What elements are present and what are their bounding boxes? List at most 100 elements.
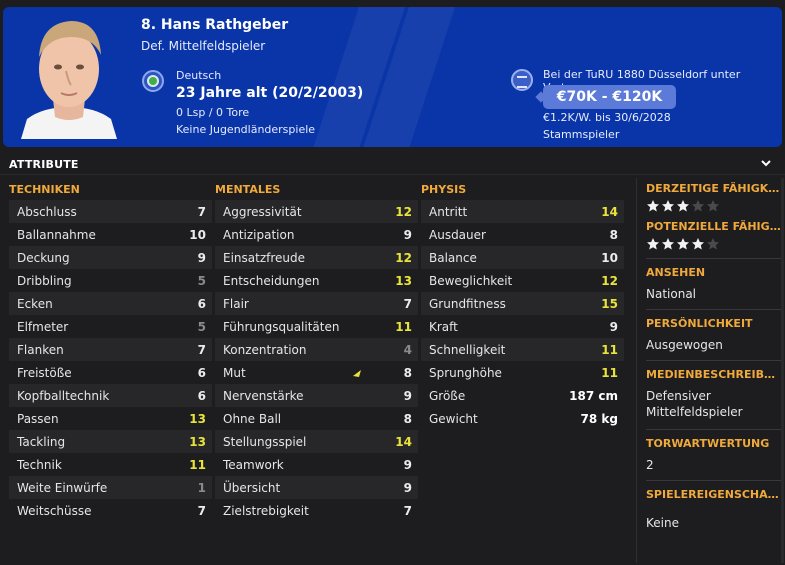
- attribute-row[interactable]: Sprunghöhe 11: [421, 361, 624, 384]
- player-traits-value: Keine: [646, 516, 679, 530]
- attribute-row[interactable]: Dribbling 5: [9, 269, 212, 292]
- chevron-down-icon[interactable]: [759, 156, 773, 170]
- attribute-row[interactable]: Technik 11: [9, 453, 212, 476]
- player-nationality[interactable]: Deutsch: [176, 69, 221, 82]
- media-description-line: Defensiver: [646, 389, 711, 403]
- attribute-row[interactable]: Flanken 7: [9, 338, 212, 361]
- attribute-value: 7: [197, 342, 206, 357]
- attribute-row[interactable]: Teamwork 9: [215, 453, 418, 476]
- attribute-row[interactable]: Beweglichkeit 12: [421, 269, 624, 292]
- star-filled-icon: [692, 238, 704, 250]
- mental-attributes: Aggressivität 12 Antizipation 9 Einsatzfre…: [215, 200, 418, 522]
- divider: [636, 178, 637, 563]
- goalkeeper-rating-block: TORWARTWERTUNG 2: [646, 437, 782, 473]
- attribute-value: 14: [395, 434, 412, 449]
- attribute-name: Teamwork: [223, 457, 284, 472]
- divider: [0, 174, 785, 175]
- transfer-value: €70K - €120K: [556, 89, 663, 105]
- attribute-row[interactable]: Tackling 13: [9, 430, 212, 453]
- attribute-name: Ausdauer: [429, 227, 486, 242]
- attribute-row[interactable]: Grundfitness 15: [421, 292, 624, 315]
- star-filled-icon: [677, 200, 689, 212]
- attribute-name: Mut: [223, 365, 246, 380]
- attribute-row[interactable]: Einsatzfreude 12: [215, 246, 418, 269]
- attribute-row[interactable]: Balance 10: [421, 246, 624, 269]
- reputation-label: ANSEHEN: [646, 266, 706, 279]
- attribute-row[interactable]: Freistöße 6: [9, 361, 212, 384]
- attribute-value: 7: [197, 204, 206, 219]
- attribute-value: 5: [197, 273, 206, 288]
- attribute-row[interactable]: Weite Einwürfe 1: [9, 476, 212, 499]
- reputation-block: ANSEHEN National: [646, 266, 782, 302]
- attribute-row[interactable]: Antizipation 9: [215, 223, 418, 246]
- international-apps: 0 Lsp / 0 Tore: [176, 106, 250, 119]
- attribute-row[interactable]: Antritt 14: [421, 200, 624, 223]
- nation-flag-icon[interactable]: [142, 70, 164, 92]
- attribute-row[interactable]: Führungsqualitäten 11: [215, 315, 418, 338]
- attribute-value: 9: [403, 480, 412, 495]
- weight-row: Gewicht 78 kg: [421, 407, 624, 430]
- current-ability-stars: [646, 199, 782, 213]
- attribute-name: Schnelligkeit: [429, 342, 506, 357]
- attribute-row[interactable]: Ausdauer 8: [421, 223, 624, 246]
- divider: [646, 360, 782, 361]
- attribute-row[interactable]: Flair 7: [215, 292, 418, 315]
- attribute-row[interactable]: Übersicht 9: [215, 476, 418, 499]
- divider: [646, 258, 782, 259]
- attribute-row[interactable]: Deckung 9: [9, 246, 212, 269]
- player-name[interactable]: 8. Hans Rathgeber: [141, 17, 288, 33]
- attribute-value: 9: [403, 457, 412, 472]
- attribute-name: Abschluss: [17, 204, 77, 219]
- attribute-name: Kopfballtechnik: [17, 388, 110, 403]
- attribute-row[interactable]: Weitschüsse 7: [9, 499, 212, 522]
- attribute-name: Grundfitness: [429, 296, 506, 311]
- attribute-name: Konzentration: [223, 342, 307, 357]
- attribute-name: Stellungsspiel: [223, 434, 307, 449]
- attribute-value: 9: [197, 250, 206, 265]
- attribute-row[interactable]: Stellungsspiel 14: [215, 430, 418, 453]
- player-age: 23 Jahre alt (20/2/2003): [176, 85, 364, 101]
- attribute-name: Sprunghöhe: [429, 365, 502, 380]
- attribute-row[interactable]: Aggressivität 12: [215, 200, 418, 223]
- attribute-name: Übersicht: [223, 480, 281, 495]
- attribute-row[interactable]: Elfmeter 5: [9, 315, 212, 338]
- attribute-row[interactable]: Ballannahme 10: [9, 223, 212, 246]
- attribute-row[interactable]: Entscheidungen 13: [215, 269, 418, 292]
- attribute-row[interactable]: Zielstrebigkeit 7: [215, 499, 418, 522]
- star-filled-icon: [662, 238, 674, 250]
- attribute-value: 8: [609, 227, 618, 242]
- attribute-row[interactable]: Kraft 9: [421, 315, 624, 338]
- attribute-row[interactable]: Mut 8: [215, 361, 418, 384]
- attribute-name: Einsatzfreude: [223, 250, 306, 265]
- attribute-name: Aggressivität: [223, 204, 302, 219]
- attribute-name: Elfmeter: [17, 319, 69, 334]
- attribute-row[interactable]: Passen 13: [9, 407, 212, 430]
- attribute-row[interactable]: Konzentration 4: [215, 338, 418, 361]
- attribute-row[interactable]: Schnelligkeit 11: [421, 338, 624, 361]
- attribute-value: 13: [189, 434, 206, 449]
- current-ability-label: DERZEITIGE FÄHIGKEIT: [646, 182, 782, 195]
- club-badge-icon[interactable]: [511, 69, 533, 91]
- attribute-row[interactable]: Ecken 6: [9, 292, 212, 315]
- potential-ability-block: POTENZIELLE FÄHIGKEIT: [646, 220, 782, 251]
- attribute-row[interactable]: Abschluss 7: [9, 200, 212, 223]
- media-description-value: Defensiver Mittelfeldspieler: [646, 388, 782, 420]
- attribute-name: Passen: [17, 411, 59, 426]
- media-description-label: MEDIENBESCHREIBUNG: [646, 368, 782, 381]
- attribute-name: Flanken: [17, 342, 64, 357]
- scrollbar[interactable]: [781, 178, 784, 563]
- media-description-line: Mittelfeldspieler: [646, 405, 743, 419]
- attribute-name: Balance: [429, 250, 477, 265]
- height-label: Größe: [429, 388, 466, 403]
- attribute-value: 10: [601, 250, 618, 265]
- attribute-row[interactable]: Nervenstärke 9: [215, 384, 418, 407]
- personality-label: PERSÖNLICHKEIT: [646, 317, 753, 330]
- attribute-name: Ohne Ball: [223, 411, 282, 426]
- attribute-row[interactable]: Kopfballtechnik 6: [9, 384, 212, 407]
- trend-arrow-icon: [353, 370, 361, 377]
- column-title-physical: PHYSIS: [421, 183, 467, 196]
- attribute-row[interactable]: Ohne Ball 8: [215, 407, 418, 430]
- attribute-value: 13: [189, 411, 206, 426]
- attribute-name: Zielstrebigkeit: [223, 503, 309, 518]
- attribute-name: Ballannahme: [17, 227, 96, 242]
